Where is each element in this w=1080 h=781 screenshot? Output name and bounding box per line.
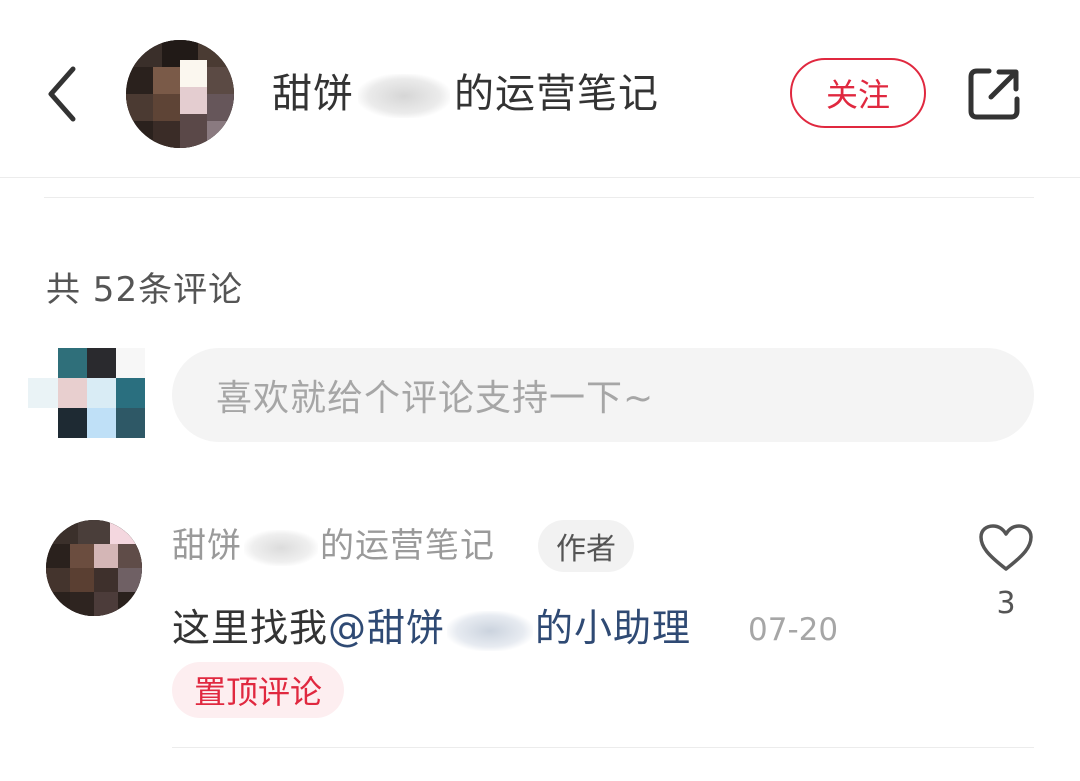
share-icon xyxy=(968,68,1020,120)
heart-outline-icon xyxy=(979,524,1033,571)
author-name-part2: 的运营笔记 xyxy=(454,71,659,117)
redacted-text xyxy=(447,610,534,651)
comment-text-prefix: 这里找我 xyxy=(172,606,329,650)
author-name[interactable]: 甜饼 的运营笔记 xyxy=(272,64,659,124)
chevron-left-icon xyxy=(48,66,76,122)
like-button[interactable] xyxy=(976,520,1036,576)
follow-button[interactable]: 关注 xyxy=(790,58,926,128)
mention-link[interactable]: @甜饼 的小助理 xyxy=(328,606,692,651)
comment-date: 07-20 xyxy=(748,612,839,648)
note-comments-page: 甜饼 的运营笔记 关注 共 52条评论 喜欢就给个评论支持一下~ 甜饼 的运营笔… xyxy=(0,0,1080,781)
commenter-name-part2: 的运营笔记 xyxy=(320,526,495,566)
commenter-name[interactable]: 甜饼 的运营笔记 xyxy=(172,520,495,572)
author-name-part1: 甜饼 xyxy=(272,71,354,117)
note-header: 甜饼 的运营笔记 关注 xyxy=(0,0,1080,178)
redacted-text xyxy=(244,529,318,566)
mention-part1: @甜饼 xyxy=(328,606,446,650)
like-count: 3 xyxy=(996,586,1016,621)
author-badge: 作者 xyxy=(538,520,634,572)
divider xyxy=(44,197,1034,198)
redacted-text xyxy=(358,74,450,118)
commenter-name-part1: 甜饼 xyxy=(172,526,242,566)
current-user-avatar xyxy=(28,344,156,472)
commenter-avatar[interactable] xyxy=(46,520,142,616)
comment-count: 共 52条评论 xyxy=(46,270,244,310)
pinned-comment-badge: 置顶评论 xyxy=(172,662,344,718)
comment-text[interactable]: 这里找我@甜饼 的小助理 xyxy=(172,600,691,656)
divider xyxy=(172,747,1034,748)
back-button[interactable] xyxy=(40,62,84,126)
comment-input[interactable]: 喜欢就给个评论支持一下~ xyxy=(172,348,1034,442)
mention-part2: 的小助理 xyxy=(535,606,692,650)
author-avatar[interactable] xyxy=(126,40,234,148)
share-button[interactable] xyxy=(962,62,1026,126)
